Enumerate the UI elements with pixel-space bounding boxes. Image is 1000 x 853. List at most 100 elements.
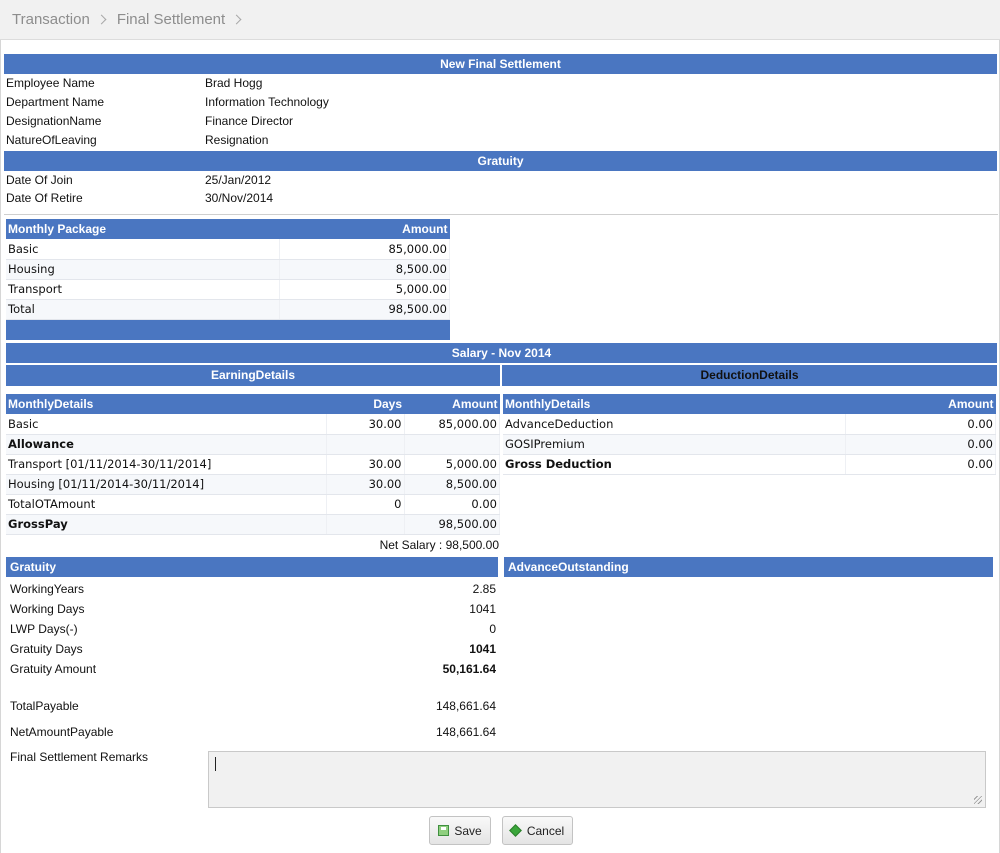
- earning-name: Basic: [6, 414, 327, 435]
- gratuity-amount-value: 50,161.64: [442, 662, 496, 676]
- earning-amount: 8,500.00: [404, 474, 500, 495]
- table-row: Total 98,500.00: [6, 299, 451, 320]
- section-header-gratuity: Gratuity: [4, 151, 997, 171]
- remarks-textarea[interactable]: [208, 751, 986, 808]
- deduction-name: Gross Deduction: [503, 454, 847, 475]
- deduction-amount: 0.00: [845, 414, 996, 435]
- save-button[interactable]: Save: [429, 816, 491, 845]
- section-header-gratuity-details: Gratuity: [6, 557, 498, 577]
- date-of-retire-label: Date Of Retire: [6, 191, 83, 205]
- section-header-salary: Salary - Nov 2014: [6, 343, 997, 363]
- earning-amount: 98,500.00: [404, 514, 500, 535]
- section-header-new-final-settlement: New Final Settlement: [4, 54, 997, 74]
- working-days-value: 1041: [469, 602, 496, 616]
- table-row: GOSIPremium 0.00: [503, 434, 996, 455]
- working-days-label: Working Days: [10, 602, 85, 616]
- text-caret: [215, 757, 216, 771]
- department-name-label: Department Name: [6, 95, 105, 109]
- total-payable-label: TotalPayable: [10, 699, 79, 713]
- section-header-advance-outstanding: AdvanceOutstanding: [504, 557, 993, 577]
- package-footer-bar: [6, 320, 450, 340]
- earning-amount: [404, 434, 500, 455]
- deduction-name: AdvanceDeduction: [503, 414, 847, 435]
- deduction-amount: 0.00: [845, 434, 996, 455]
- column-header-amount: Amount: [404, 394, 500, 414]
- department-name-value: Information Technology: [205, 95, 329, 109]
- package-amount: 98,500.00: [279, 299, 451, 320]
- gratuity-days-label: Gratuity Days: [10, 642, 83, 656]
- earning-name: GrossPay: [6, 514, 327, 535]
- package-name: Basic: [6, 239, 280, 260]
- designation-name-value: Finance Director: [205, 114, 294, 128]
- remarks-label: Final Settlement Remarks: [10, 750, 149, 764]
- column-header-monthly-details: MonthlyDetails: [6, 394, 326, 414]
- column-header-amount: Amount: [279, 219, 450, 239]
- section-header-deduction-details: DeductionDetails: [502, 365, 997, 386]
- table-row: Transport [01/11/2014-30/11/2014] 30.00 …: [6, 454, 500, 475]
- deduction-amount: 0.00: [845, 454, 996, 475]
- earning-days: 30.00: [326, 474, 405, 495]
- designation-name-label: DesignationName: [6, 114, 102, 128]
- date-of-join-label: Date Of Join: [6, 173, 73, 187]
- lwp-days-label: LWP Days(-): [10, 622, 78, 636]
- column-header-amount: Amount: [845, 394, 996, 414]
- table-row: Housing 8,500.00: [6, 259, 451, 280]
- cancel-button[interactable]: Cancel: [502, 816, 573, 845]
- earning-amount: 85,000.00: [404, 414, 500, 435]
- earning-days: 30.00: [326, 414, 405, 435]
- table-row: Transport 5,000.00: [6, 279, 451, 300]
- total-payable-value: 148,661.64: [435, 699, 496, 713]
- divider: [4, 214, 998, 215]
- breadcrumb-final-settlement[interactable]: Final Settlement: [117, 11, 225, 28]
- earning-name: Transport [01/11/2014-30/11/2014]: [6, 454, 327, 475]
- table-row: Basic 30.00 85,000.00: [6, 414, 500, 435]
- working-years-value: 2.85: [472, 582, 496, 596]
- table-row: Allowance: [6, 434, 500, 455]
- breadcrumb-transaction[interactable]: Transaction: [12, 11, 90, 28]
- deduction-name: GOSIPremium: [503, 434, 847, 455]
- table-row: Gross Deduction 0.00: [503, 454, 996, 475]
- earning-name: Housing [01/11/2014-30/11/2014]: [6, 474, 327, 495]
- package-name: Transport: [6, 279, 280, 300]
- resize-grip-icon[interactable]: [974, 796, 982, 804]
- nature-of-leaving-value: Resignation: [205, 133, 269, 147]
- table-row: GrossPay 98,500.00: [6, 514, 500, 535]
- earning-name: Allowance: [6, 434, 327, 455]
- package-name: Total: [6, 299, 280, 320]
- column-header-monthly-details: MonthlyDetails: [503, 394, 846, 414]
- table-row: AdvanceDeduction 0.00: [503, 414, 996, 435]
- table-row: TotalOTAmount 0 0.00: [6, 494, 500, 515]
- lwp-days-value: 0: [489, 622, 496, 636]
- employee-name-value: Brad Hogg: [205, 76, 263, 90]
- gratuity-days-value: 1041: [469, 642, 496, 656]
- section-header-earning-details: EarningDetails: [6, 365, 500, 386]
- package-amount: 85,000.00: [279, 239, 451, 260]
- earnings-table: MonthlyDetails Days Amount Basic 30.00 8…: [6, 394, 500, 535]
- save-button-label: Save: [454, 823, 482, 838]
- monthly-package-table: Monthly Package Amount Basic 85,000.00 H…: [6, 219, 451, 320]
- package-amount: 5,000.00: [279, 279, 451, 300]
- deductions-table: MonthlyDetails Amount AdvanceDeduction 0…: [503, 394, 996, 475]
- date-of-join-value: 25/Jan/2012: [205, 173, 272, 187]
- earning-days: [326, 514, 405, 535]
- earning-days: [326, 434, 405, 455]
- cancel-icon: [508, 824, 522, 837]
- earning-days: 0: [326, 494, 405, 515]
- employee-name-label: Employee Name: [6, 76, 95, 90]
- earning-amount: 5,000.00: [404, 454, 500, 475]
- gratuity-amount-label: Gratuity Amount: [10, 662, 97, 676]
- column-header-days: Days: [326, 394, 404, 414]
- save-icon: [438, 825, 450, 836]
- earning-days: 30.00: [326, 454, 405, 475]
- net-salary: Net Salary : 98,500.00: [379, 538, 499, 552]
- nature-of-leaving-label: NatureOfLeaving: [6, 133, 97, 147]
- breadcrumb: Transaction Final Settlement: [0, 0, 1000, 40]
- working-years-label: WorkingYears: [10, 582, 85, 596]
- cancel-button-label: Cancel: [526, 823, 565, 838]
- table-row: Basic 85,000.00: [6, 239, 451, 260]
- column-header-monthly-package: Monthly Package: [6, 219, 280, 239]
- net-amount-payable-label: NetAmountPayable: [10, 725, 114, 739]
- earning-amount: 0.00: [404, 494, 500, 515]
- chevron-right-icon: [231, 14, 242, 25]
- date-of-retire-value: 30/Nov/2014: [205, 191, 274, 205]
